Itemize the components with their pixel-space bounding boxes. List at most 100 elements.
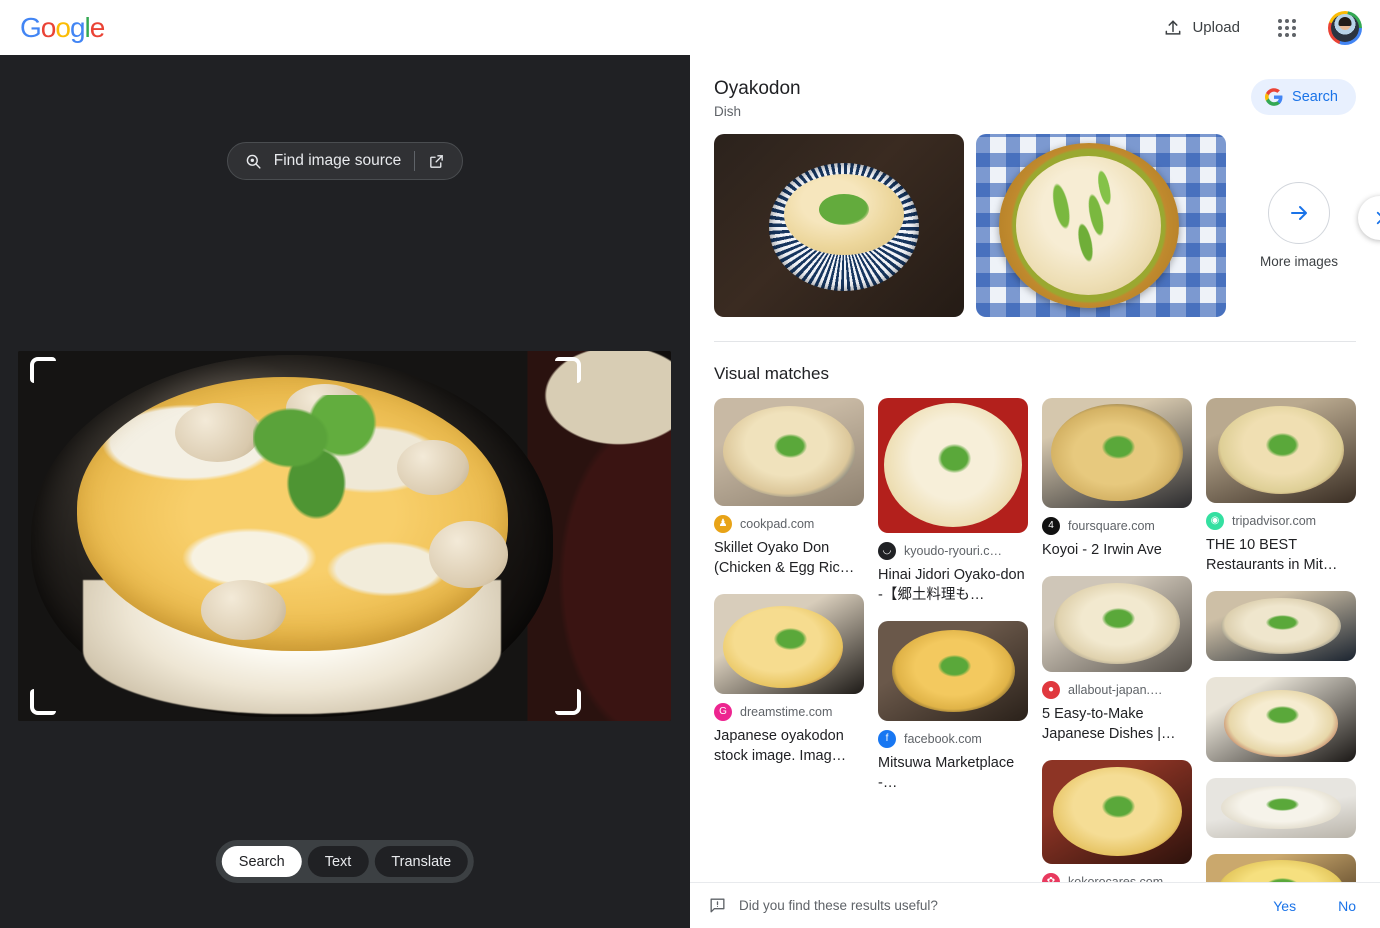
visual-match-thumbnail[interactable] [1042, 397, 1192, 508]
allabout-japan-circle-icon: ● [1042, 680, 1060, 699]
results-scroll-area[interactable]: Oyakodon Dish Search More images Visual … [690, 55, 1380, 882]
visual-match-title: Koyoi - 2 Irwin Ave [1042, 541, 1162, 558]
visual-matches-heading: Visual matches [714, 363, 829, 383]
visual-match-domain: foursquare.com [1068, 518, 1155, 533]
visual-match-card[interactable]: ◉ tripadvisor.com THE 10 BEST Restaurants … [1206, 397, 1356, 575]
visual-match-card[interactable]: ♟ cookpad.com Skillet Oyako Don (Chicken &… [714, 397, 864, 578]
visual-match-domain: cookpad.com [740, 516, 815, 531]
content-split: Find image source Search Text Translate … [0, 55, 1380, 928]
arrow-right-icon [1290, 205, 1307, 220]
visual-match-thumbnail[interactable] [714, 397, 864, 506]
visual-match-title: Mitsuwa Marketplace -… [878, 754, 1015, 791]
visual-match-source: 4 foursquare.com [1042, 516, 1192, 535]
visual-match-thumbnail[interactable] [1206, 590, 1356, 661]
visual-match-card[interactable] [1206, 590, 1356, 661]
visual-match-thumbnail[interactable] [878, 620, 1028, 721]
upload-button[interactable]: Upload [1157, 12, 1246, 44]
knowledge-panel-titles: Oyakodon Dish [714, 77, 801, 119]
visual-match-card[interactable]: f facebook.com Mitsuwa Marketplace -… [878, 620, 1028, 793]
feedback-bubble-icon [710, 898, 725, 913]
visual-match-source: ◉ tripadvisor.com [1206, 511, 1356, 530]
visual-match-title: THE 10 BEST Restaurants in Mit… [1206, 536, 1338, 573]
visual-match-title: 5 Easy-to-Make Japanese Dishes |… [1042, 705, 1176, 742]
feedback-no-button[interactable]: No [1338, 898, 1356, 914]
visual-match-source: ♟ cookpad.com [714, 514, 864, 533]
foursquare-square-icon: 4 [1042, 516, 1060, 535]
results-pane: Oyakodon Dish Search More images Visual … [690, 55, 1380, 928]
find-image-source-button[interactable]: Find image source [226, 142, 464, 180]
visual-match-card[interactable]: ◡ kyoudo-ryouri.c… Hinai Jidori Oyako-don … [878, 397, 1028, 605]
rice-bowl-icon-icon: ◡ [878, 541, 896, 560]
knowledge-panel-header: Oyakodon Dish Search [714, 55, 1380, 119]
visual-match-source: f facebook.com [878, 729, 1028, 748]
feedback-actions: Yes No [1273, 898, 1356, 914]
page-subtitle: Dish [714, 103, 742, 119]
visual-matches-grid: ♟ cookpad.com Skillet Oyako Don (Chicken &… [714, 397, 1380, 882]
dreamstime-swirl-icon: G [714, 702, 732, 721]
header-actions: Upload [1157, 10, 1362, 45]
visual-match-thumbnail[interactable] [1206, 397, 1356, 503]
more-images-circle [1267, 181, 1330, 244]
visual-match-card[interactable]: ✿kokorocares.comDifferent Types of Donbu… [1042, 759, 1192, 882]
visual-match-title: Skillet Oyako Don (Chicken & Egg Ric… [714, 539, 855, 576]
visual-match-domain: kokorocares.com [1068, 874, 1164, 882]
page-title: Oyakodon [714, 78, 801, 99]
visual-match-card[interactable]: ● allabout-japan.… 5 Easy-to-Make Japanese… [1042, 575, 1192, 744]
apps-grid-icon[interactable] [1272, 13, 1302, 43]
mode-search-button[interactable]: Search [221, 846, 302, 877]
find-image-source-wrap: Find image source [0, 142, 690, 180]
find-image-source-label: Find image source [273, 152, 402, 169]
button-divider [414, 151, 416, 171]
visual-match-card[interactable] [1206, 777, 1356, 838]
carousel-next-button[interactable] [1358, 195, 1380, 240]
facebook-f-icon: f [878, 729, 896, 748]
visual-match-domain: kyoudo-ryouri.c… [904, 543, 1002, 558]
visual-match-thumbnail[interactable] [878, 397, 1028, 533]
search-button[interactable]: Search [1251, 79, 1356, 115]
hero-image-1[interactable] [714, 133, 964, 317]
avatar[interactable] [1328, 10, 1362, 45]
visual-match-source: Gdreamstime.com [714, 702, 864, 721]
selected-image[interactable] [18, 351, 671, 721]
hero-image-2[interactable] [976, 133, 1226, 317]
visual-match-card[interactable]: 4 foursquare.com Koyoi - 2 Irwin Ave [1042, 397, 1192, 560]
cookpad-chef-hat-icon: ♟ [714, 514, 732, 533]
visual-match-card[interactable] [1206, 676, 1356, 762]
chevron-right-icon [1376, 211, 1380, 224]
feedback-bar: Did you find these results useful? Yes N… [690, 882, 1380, 928]
google-logo[interactable]: Google [20, 12, 105, 44]
lens-mode-switch: Search Text Translate [215, 840, 475, 883]
open-in-new-icon [430, 154, 444, 168]
kokoro-flower-icon: ✿ [1042, 872, 1060, 882]
visual-match-domain: tripadvisor.com [1232, 513, 1317, 528]
visual-match-title: Japanese oyakodon stock image. Imag… [714, 727, 847, 764]
visual-match-card[interactable] [1206, 853, 1356, 882]
visual-match-domain: dreamstime.com [740, 704, 833, 719]
visual-match-thumbnail[interactable] [1042, 575, 1192, 672]
hero-image-carousel[interactable]: More images [714, 133, 1380, 317]
oyakodon-photo [18, 351, 671, 721]
mode-translate-button[interactable]: Translate [374, 846, 469, 877]
visual-match-domain: facebook.com [904, 731, 982, 746]
tripadvisor-owl-icon: ◉ [1206, 511, 1224, 530]
visual-match-card[interactable]: Gdreamstime.com Japanese oyakodon stock i… [714, 593, 864, 766]
google-lens-results-page: Google Upload Find image source Search T… [0, 0, 1380, 928]
feedback-yes-button[interactable]: Yes [1273, 898, 1296, 914]
search-button-label: Search [1292, 89, 1338, 105]
lens-search-icon [246, 154, 261, 169]
visual-match-thumbnail[interactable] [1206, 676, 1356, 762]
visual-match-source: ✿ kokorocares.com [1042, 872, 1192, 882]
visual-match-title: Hinai Jidori Oyako-don -【郷土料理も… [878, 566, 1025, 603]
upload-icon [1166, 19, 1181, 35]
feedback-prompt: Did you find these results useful? [739, 898, 938, 913]
google-g-icon [1265, 88, 1283, 106]
more-images-button[interactable]: More images [1260, 134, 1338, 317]
section-divider [714, 340, 1356, 342]
visual-match-thumbnail[interactable] [1042, 759, 1192, 864]
visual-match-thumbnail[interactable] [1206, 853, 1356, 882]
top-header: Google Upload [0, 0, 1380, 55]
mode-text-button[interactable]: Text [307, 846, 369, 877]
visual-match-thumbnail[interactable] [714, 593, 864, 694]
visual-match-source: ● allabout-japan.… [1042, 680, 1192, 699]
visual-match-thumbnail[interactable] [1206, 777, 1356, 838]
